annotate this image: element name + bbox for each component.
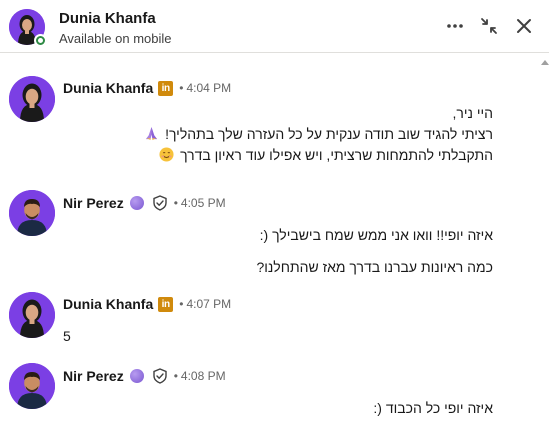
timestamp: 4:07 PM (186, 297, 232, 311)
sender-name[interactable]: Nir Perez (63, 368, 124, 384)
scroll-up-arrow[interactable] (540, 57, 549, 66)
message-line: כמה ראיונות עברנו בדרך מאז שהתחלנו? (256, 259, 493, 275)
avatar[interactable] (9, 363, 55, 409)
caret-up-icon (540, 59, 549, 65)
more-horizontal-icon (447, 24, 463, 28)
message-body: איזה יופי כל הכבוד (: (373, 398, 493, 419)
verified-shield-icon (152, 368, 168, 384)
more-options-button[interactable] (443, 14, 467, 38)
linkedin-badge-icon: in (158, 80, 174, 96)
message-body: 5 (63, 328, 71, 344)
message-meta: Dunia Khanfa in • 4:04 PM (63, 78, 231, 98)
collapse-button[interactable] (477, 14, 501, 38)
close-button[interactable] (512, 14, 536, 38)
sender-name[interactable]: Dunia Khanfa (63, 80, 153, 96)
avatar-image (9, 363, 55, 409)
timestamp: 4:04 PM (186, 81, 232, 95)
message-body: כמה ראיונות עברנו בדרך מאז שהתחלנו? (256, 257, 493, 278)
messaging-window: Dunia Khanfa Available on mobile Dunia K… (0, 0, 549, 435)
premium-icon (129, 369, 144, 383)
sender-name[interactable]: Dunia Khanfa (63, 296, 153, 312)
message-meta: Nir Perez • 4:08 PM (63, 366, 226, 386)
separator: • (173, 196, 178, 210)
message-line: רציתי להגיד שוב תודה ענקית על כל העזרה ש… (165, 126, 493, 142)
close-icon (517, 19, 531, 33)
separator: • (173, 369, 178, 383)
online-status-icon (34, 34, 47, 47)
message-line-row: רציתי להגיד שוב תודה ענקית על כל העזרה ש… (142, 124, 493, 145)
timestamp: 4:08 PM (180, 369, 226, 383)
timestamp: 4:05 PM (180, 196, 226, 210)
premium-icon (129, 196, 144, 210)
conversation-header[interactable]: Dunia Khanfa Available on mobile (0, 0, 549, 53)
presence-status: Available on mobile (59, 31, 172, 46)
avatar-image (9, 292, 55, 338)
message-meta: Dunia Khanfa in • 4:07 PM (63, 294, 231, 314)
avatar[interactable] (9, 190, 55, 236)
message-line-row: התקבלתי להתמחות שרציתי, ויש אפילו עוד רא… (142, 145, 493, 166)
message-line: התקבלתי להתמחות שרציתי, ויש אפילו עוד רא… (180, 147, 493, 163)
smiling-face-emoji (159, 147, 174, 162)
message-line: היי ניר, (452, 105, 494, 121)
avatar[interactable] (9, 292, 55, 338)
message-body: היי ניר, רציתי להגיד שוב תודה ענקית על כ… (142, 103, 493, 166)
avatar[interactable] (9, 76, 55, 122)
message-line: איזה יופי כל הכבוד (: (373, 400, 493, 416)
message-meta: Nir Perez • 4:05 PM (63, 193, 226, 213)
message-body: איזה יופי!! וואו אני ממש שמח בישבילך (: (260, 225, 493, 246)
linkedin-badge-icon: in (158, 296, 174, 312)
avatar-image (9, 190, 55, 236)
verified-shield-icon (152, 195, 168, 211)
avatar-image (9, 76, 55, 122)
separator: • (179, 297, 184, 311)
conversation-title[interactable]: Dunia Khanfa (59, 10, 156, 27)
separator: • (179, 81, 184, 95)
sender-name[interactable]: Nir Perez (63, 195, 124, 211)
praying-hands-emoji (146, 126, 158, 141)
message-line: איזה יופי!! וואו אני ממש שמח בישבילך (: (259, 227, 493, 243)
collapse-icon (481, 18, 497, 34)
